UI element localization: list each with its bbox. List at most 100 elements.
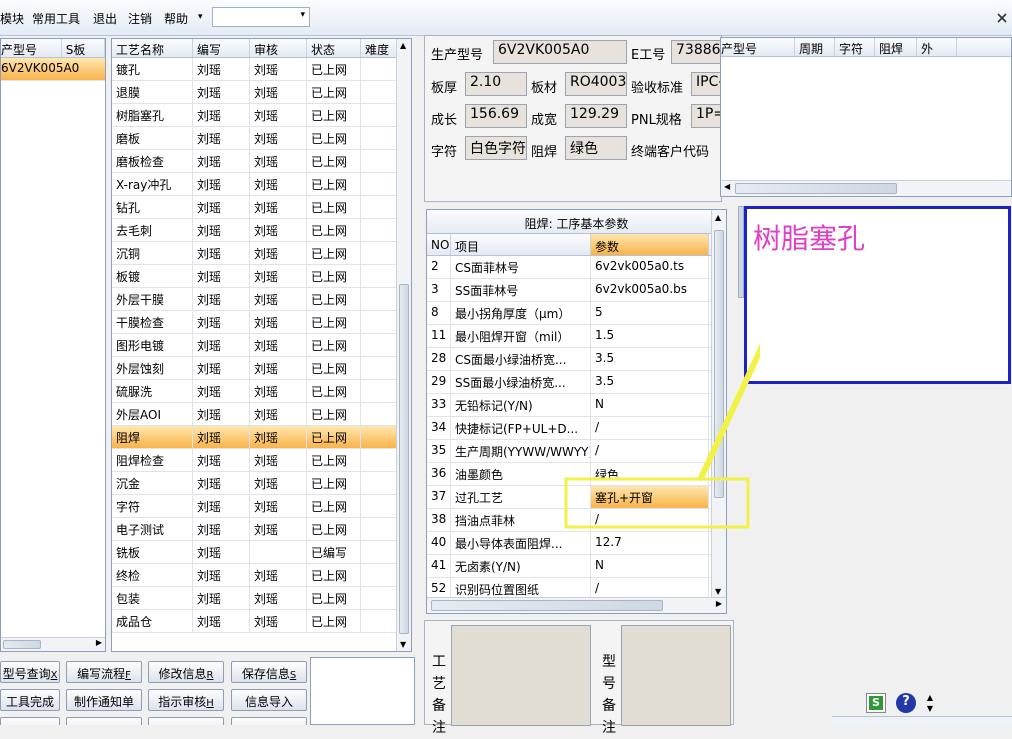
process-row[interactable]: 阻焊 刘瑶 刘瑶 已上网 bbox=[112, 426, 411, 449]
model-list-grid: 产型号 S板 6V2VK005A0 ▶ bbox=[0, 38, 106, 652]
col-header-model[interactable]: 产型号 bbox=[1, 39, 62, 57]
partial-button[interactable] bbox=[148, 717, 224, 725]
menu-exit[interactable]: 退出 bbox=[93, 10, 117, 27]
process-row[interactable]: 镀孔 刘瑶 刘瑶 已上网 bbox=[112, 58, 411, 81]
process-row[interactable]: 铣板 刘瑶 已编写 bbox=[112, 541, 411, 564]
part-no-field[interactable]: 6V2VK005A0 bbox=[493, 40, 627, 64]
process-memo-field[interactable] bbox=[451, 625, 591, 726]
vertical-scrollbar[interactable]: ▲ ▼ bbox=[396, 39, 411, 651]
partial-button[interactable] bbox=[66, 717, 142, 725]
col-header-reviewer[interactable]: 审核 bbox=[250, 39, 307, 57]
make-notice-button[interactable]: 制作通知单 bbox=[66, 689, 142, 711]
col-header-difficulty[interactable]: 难度 bbox=[361, 39, 398, 57]
process-row[interactable]: 钻孔 刘瑶 刘瑶 已上网 bbox=[112, 196, 411, 219]
save-info-button[interactable]: 保存信息S bbox=[231, 661, 307, 683]
process-row[interactable]: 外层AOI 刘瑶 刘瑶 已上网 bbox=[112, 403, 411, 426]
edit-flow-button[interactable]: 编写流程F bbox=[66, 661, 142, 683]
part-no-label: 生产型号 bbox=[431, 48, 484, 63]
process-row[interactable]: 去毛刺 刘瑶 刘瑶 已上网 bbox=[112, 219, 411, 242]
menu-help[interactable]: 帮助 bbox=[164, 10, 188, 27]
menu-module[interactable]: 模块 bbox=[0, 10, 24, 27]
author-cell: 刘瑶 bbox=[193, 265, 250, 287]
menu-dropdown-icon[interactable]: ▾ bbox=[198, 12, 203, 22]
tray-arrows-icon[interactable]: ▲ ▼ bbox=[924, 692, 936, 714]
model-row[interactable]: 6V2VK005A0 bbox=[1, 58, 105, 81]
process-row[interactable]: 硫脲洗 刘瑶 刘瑶 已上网 bbox=[112, 380, 411, 403]
col-header-s-board[interactable]: S板 bbox=[62, 39, 105, 57]
parameter-row[interactable]: 41 无卤素(Y/N) N bbox=[427, 555, 726, 578]
horizontal-scrollbar[interactable]: ▶ bbox=[1, 637, 105, 651]
process-row[interactable]: 退膜 刘瑶 刘瑶 已上网 bbox=[112, 81, 411, 104]
scroll-thumb[interactable] bbox=[431, 600, 663, 611]
toolbar-combobox[interactable]: ▾ bbox=[212, 7, 310, 27]
col-header-process[interactable]: 工艺名称 bbox=[112, 39, 193, 57]
close-icon[interactable] bbox=[996, 12, 1008, 24]
scroll-thumb[interactable] bbox=[735, 183, 897, 194]
scroll-right-icon[interactable]: ▶ bbox=[716, 599, 722, 608]
reviewer-cell: 刘瑶 bbox=[250, 426, 307, 448]
author-cell: 刘瑶 bbox=[193, 518, 250, 540]
col-header-legend[interactable]: 字符 bbox=[835, 38, 875, 56]
menu-tools[interactable]: 常用工具 bbox=[32, 10, 80, 27]
help-icon[interactable]: ? bbox=[896, 693, 916, 713]
process-row[interactable]: 终检 刘瑶 刘瑶 已上网 bbox=[112, 564, 411, 587]
col-header-period[interactable]: 周期 bbox=[795, 38, 835, 56]
tray-s-button[interactable]: S bbox=[866, 693, 886, 713]
process-row[interactable]: 磨板检查 刘瑶 刘瑶 已上网 bbox=[112, 150, 411, 173]
modify-info-button[interactable]: 修改信息R bbox=[148, 661, 224, 683]
scroll-thumb[interactable] bbox=[3, 640, 41, 649]
notes-textbox[interactable] bbox=[310, 657, 415, 725]
process-name-cell: 镀孔 bbox=[112, 58, 193, 80]
length-field[interactable]: 156.69 bbox=[465, 104, 527, 128]
scroll-up-icon[interactable]: ▲ bbox=[715, 213, 721, 222]
scroll-thumb[interactable] bbox=[399, 284, 409, 634]
scroll-down-icon[interactable]: ▼ bbox=[400, 640, 406, 649]
menu-logout[interactable]: 注销 bbox=[128, 10, 152, 27]
process-row[interactable]: 磨板 刘瑶 刘瑶 已上网 bbox=[112, 127, 411, 150]
col-header-mask[interactable]: 阻焊 bbox=[875, 38, 917, 56]
process-row[interactable]: 成品仓 刘瑶 刘瑶 已上网 bbox=[112, 610, 411, 633]
process-row[interactable]: 图形电镀 刘瑶 刘瑶 已上网 bbox=[112, 334, 411, 357]
process-row[interactable]: 外层干膜 刘瑶 刘瑶 已上网 bbox=[112, 288, 411, 311]
reviewer-cell: 刘瑶 bbox=[250, 564, 307, 586]
status-cell: 已上网 bbox=[307, 495, 361, 517]
col-header-outer[interactable]: 外 bbox=[917, 38, 957, 56]
model-memo-field[interactable] bbox=[621, 625, 731, 726]
model-query-button[interactable]: 型号查询X bbox=[0, 661, 60, 683]
thickness-label: 板厚 bbox=[431, 81, 458, 96]
scroll-up-icon[interactable]: ▲ bbox=[400, 41, 406, 50]
partial-button[interactable] bbox=[231, 717, 307, 725]
process-row[interactable]: 干膜检查 刘瑶 刘瑶 已上网 bbox=[112, 311, 411, 334]
partial-button[interactable] bbox=[0, 717, 60, 725]
process-row[interactable]: 字符 刘瑶 刘瑶 已上网 bbox=[112, 495, 411, 518]
col-header-model[interactable]: 产型号 bbox=[721, 38, 795, 56]
review-button[interactable]: 指示审核H bbox=[148, 689, 224, 711]
process-row[interactable]: 沉铜 刘瑶 刘瑶 已上网 bbox=[112, 242, 411, 265]
col-header-author[interactable]: 编写 bbox=[193, 39, 250, 57]
horizontal-scrollbar[interactable]: ▶ bbox=[427, 597, 726, 613]
import-info-button[interactable]: 信息导入 bbox=[231, 689, 307, 711]
legend-field[interactable]: 白色字符 bbox=[465, 136, 527, 160]
tool-complete-button[interactable]: 工具完成 bbox=[0, 689, 60, 711]
thickness-field[interactable]: 2.10 bbox=[465, 72, 527, 96]
process-row[interactable]: 树脂塞孔 刘瑶 刘瑶 已上网 bbox=[112, 104, 411, 127]
author-cell: 刘瑶 bbox=[193, 58, 250, 80]
horizontal-scrollbar[interactable]: ◀ bbox=[721, 180, 1011, 196]
process-name-cell: 电子测试 bbox=[112, 518, 193, 540]
material-field[interactable]: RO4003C bbox=[565, 72, 627, 96]
process-row[interactable]: 外层蚀刻 刘瑶 刘瑶 已上网 bbox=[112, 357, 411, 380]
solder-mask-field[interactable]: 绿色 bbox=[565, 136, 627, 160]
col-header-no[interactable]: NO bbox=[427, 234, 451, 255]
process-row[interactable]: 包装 刘瑶 刘瑶 已上网 bbox=[112, 587, 411, 610]
col-header-status[interactable]: 状态 bbox=[307, 39, 361, 57]
chevron-down-icon[interactable]: ▾ bbox=[300, 10, 305, 20]
process-row[interactable]: 板镀 刘瑶 刘瑶 已上网 bbox=[112, 265, 411, 288]
scroll-right-icon[interactable]: ▶ bbox=[96, 638, 102, 647]
scroll-left-icon[interactable]: ◀ bbox=[724, 182, 730, 191]
process-row[interactable]: 阻焊检查 刘瑶 刘瑶 已上网 bbox=[112, 449, 411, 472]
process-row[interactable]: X-ray冲孔 刘瑶 刘瑶 已上网 bbox=[112, 173, 411, 196]
scroll-down-icon[interactable]: ▼ bbox=[715, 587, 721, 596]
process-row[interactable]: 电子测试 刘瑶 刘瑶 已上网 bbox=[112, 518, 411, 541]
width-field[interactable]: 129.29 bbox=[565, 104, 627, 128]
process-row[interactable]: 沉金 刘瑶 刘瑶 已上网 bbox=[112, 472, 411, 495]
